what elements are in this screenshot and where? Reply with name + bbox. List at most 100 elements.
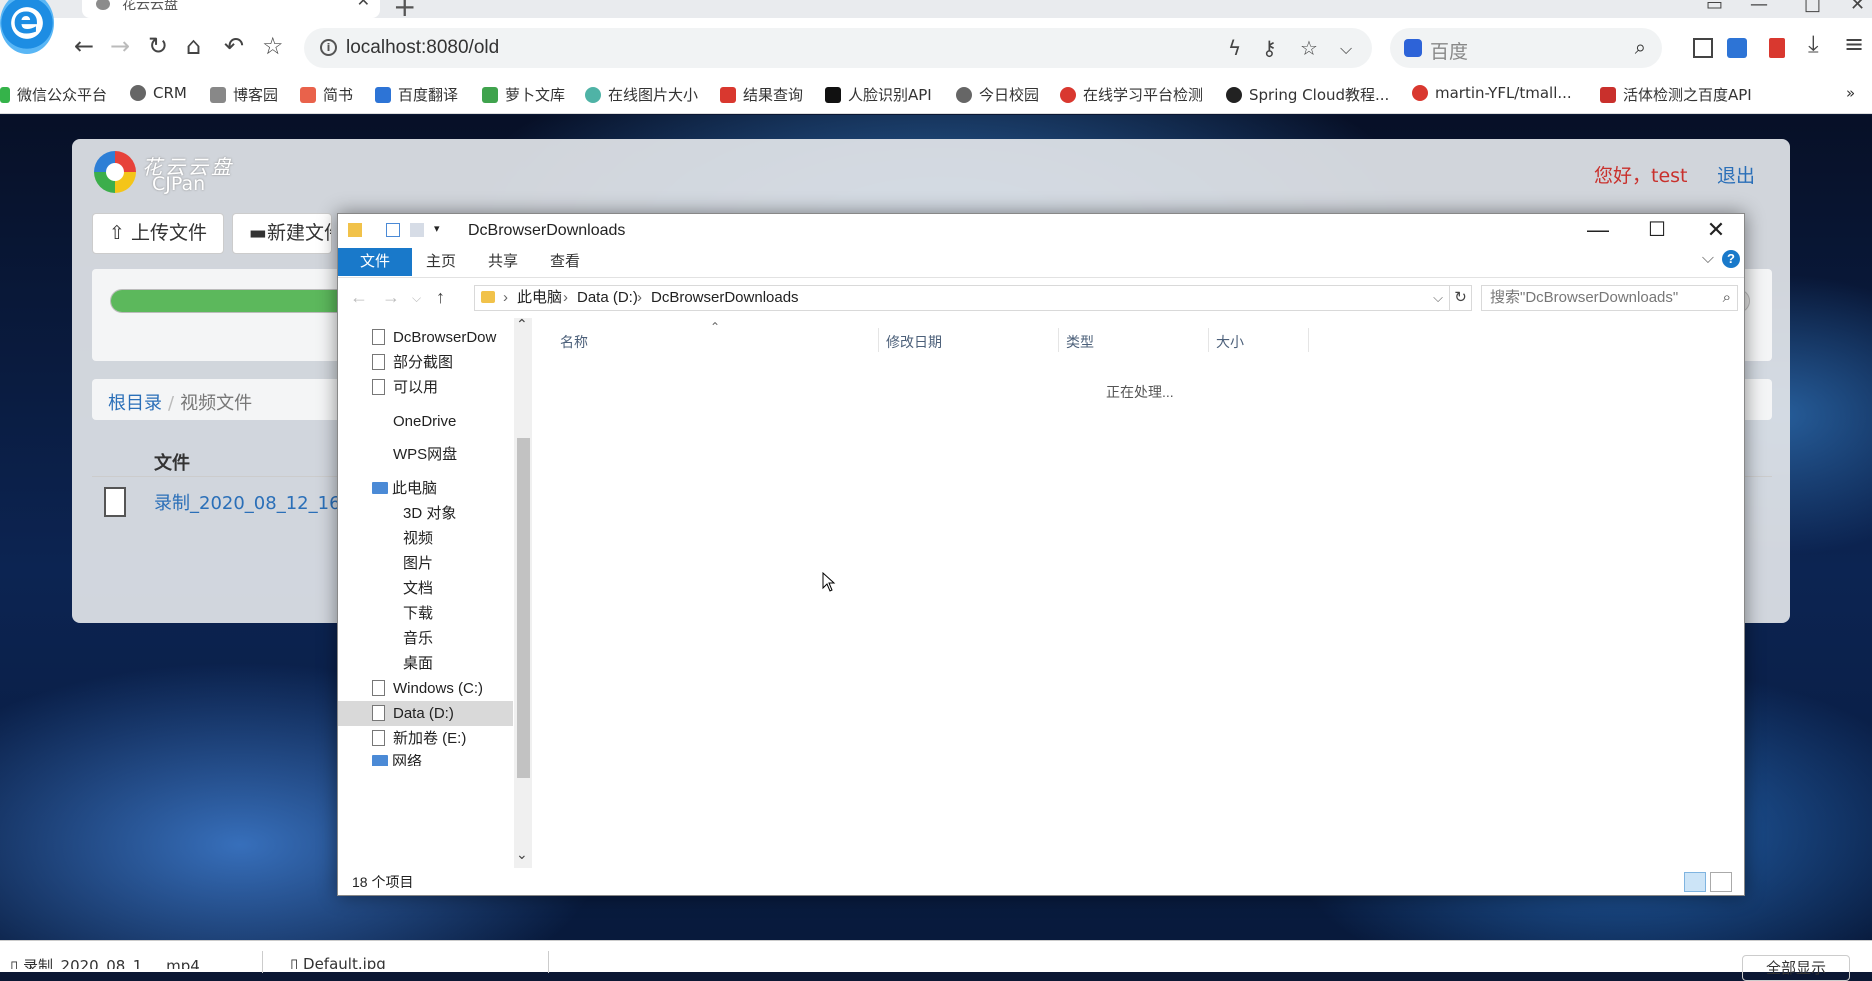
bookmark-item[interactable]: Spring Cloud教程... — [1226, 84, 1389, 105]
chevron-down-icon[interactable]: ⌄ — [516, 846, 528, 863]
nav-scrollbar[interactable]: ⌃ ⌄ — [514, 318, 532, 868]
path-segment[interactable]: DcBrowserDownloads — [651, 286, 799, 310]
nav-item-quick[interactable]: 部分截图 — [372, 350, 533, 375]
search-icon[interactable]: ⌕ — [1635, 35, 1646, 59]
nav-item-network[interactable]: 网络 — [372, 754, 533, 766]
nav-item-wps[interactable]: WPS网盘 — [393, 442, 533, 467]
nav-item-this-pc[interactable]: 此电脑 — [372, 476, 533, 501]
forward-icon[interactable]: → — [110, 34, 130, 58]
upload-button[interactable]: ⇧ 上传文件 — [92, 213, 224, 254]
bookmarks-more[interactable]: » — [1846, 84, 1855, 102]
chevron-up-icon[interactable]: ⌃ — [516, 318, 528, 333]
bookmark-item[interactable]: martin-YFL/tmall... — [1412, 84, 1572, 102]
pdf-icon[interactable] — [1769, 38, 1785, 58]
logout-link[interactable]: 退出 — [1717, 161, 1755, 188]
qr-icon[interactable] — [1693, 38, 1713, 58]
search-engine-box[interactable]: 百度 ⌕ — [1390, 28, 1662, 68]
lightning-icon[interactable]: ϟ — [1228, 36, 1241, 60]
bookmark-item[interactable]: 结果查询 — [720, 84, 803, 105]
up-icon[interactable]: ↑ — [436, 287, 445, 308]
download-item[interactable]: ▯ Default.jpg — [290, 955, 386, 969]
bookmark-item[interactable]: 萝卜文库 — [482, 84, 565, 105]
new-folder-button[interactable]: ▬新建文件 — [232, 213, 332, 254]
column-size[interactable]: 大小 — [1216, 332, 1244, 352]
browser-tab[interactable]: 花云云盘 ✕ — [82, 0, 380, 18]
explorer-path-bar[interactable]: › 此电脑 › Data (D:) › DcBrowserDownloads ⌵ — [474, 285, 1450, 311]
reload-icon[interactable]: ↻ — [148, 34, 168, 58]
address-bar[interactable]: i localhost:8080/old ϟ ⚷ ☆ ⌵ — [304, 28, 1372, 68]
folder-icon — [372, 329, 385, 345]
translate-icon[interactable] — [1727, 38, 1747, 58]
site-info-icon[interactable]: i — [320, 39, 337, 56]
column-date[interactable]: 修改日期 — [886, 332, 942, 352]
browser-minimize-icon[interactable]: — — [1750, 0, 1768, 15]
minimize-icon[interactable]: — — [1583, 217, 1613, 243]
back-icon[interactable]: ← — [74, 34, 94, 58]
breadcrumb-root[interactable]: 根目录 — [108, 393, 162, 414]
large-icons-view-icon[interactable] — [1710, 872, 1732, 892]
column-name[interactable]: 名称 — [560, 332, 588, 352]
nav-item-quick[interactable]: DcBrowserDow — [372, 325, 533, 350]
tab-view[interactable]: 查看 — [528, 248, 602, 276]
browser-maximize-icon[interactable]: □ — [1804, 0, 1821, 15]
bookmark-item[interactable]: 在线图片大小 — [585, 84, 698, 105]
back-icon[interactable]: ← — [350, 287, 368, 308]
tab-file[interactable]: 文件 — [338, 248, 413, 276]
folder-icon — [348, 223, 362, 237]
favorite-star-icon[interactable]: ☆ — [262, 34, 284, 58]
nav-item-drive[interactable]: 新加卷 (E:) — [372, 726, 533, 751]
address-url[interactable]: localhost:8080/old — [346, 37, 499, 59]
bookmark-item[interactable]: 在线学习平台检测 — [1060, 84, 1203, 105]
bookmark-item[interactable]: CRM — [130, 84, 187, 102]
key-icon[interactable]: ⚷ — [1262, 36, 1277, 60]
bookmark-item[interactable]: 人脸识别API — [825, 84, 932, 105]
help-icon[interactable]: ? — [1722, 250, 1740, 268]
new-folder-icon[interactable] — [410, 223, 424, 237]
search-icon[interactable]: ⌕ — [1723, 286, 1731, 310]
show-all-downloads-button[interactable]: 全部显示 — [1742, 955, 1850, 981]
refresh-icon[interactable]: ↻ — [1450, 285, 1472, 311]
column-type[interactable]: 类型 — [1066, 332, 1094, 352]
path-segment[interactable]: 此电脑 — [517, 286, 562, 310]
bookmark-item[interactable]: 微信公众平台 — [0, 84, 107, 105]
file-link[interactable]: 录制_2020_08_12_16_0 — [154, 489, 361, 515]
file-column-header: 文件 — [154, 453, 190, 474]
browser-close-icon[interactable]: ✕ — [1850, 0, 1865, 15]
bookmark-item[interactable]: 百度翻译 — [375, 84, 458, 105]
quick-access-dropdown-icon[interactable]: ▾ — [434, 222, 448, 236]
browser-menu-icon[interactable]: ▭ — [1706, 0, 1723, 15]
bookmark-item[interactable]: 今日校园 — [956, 84, 1039, 105]
bookmark-item[interactable]: 博客园 — [210, 84, 278, 105]
path-segment[interactable]: Data (D:) — [577, 286, 638, 310]
undo-close-icon[interactable]: ↶ — [224, 34, 244, 58]
explorer-search-input[interactable]: 搜索"DcBrowserDownloads" ⌕ — [1481, 285, 1738, 311]
expand-ribbon-icon[interactable]: ⌵ — [1702, 250, 1714, 268]
maximize-icon[interactable]: ☐ — [1642, 217, 1672, 242]
forward-icon[interactable]: → — [382, 287, 400, 308]
properties-icon[interactable] — [386, 223, 400, 237]
search-placeholder[interactable]: 百度 — [1430, 37, 1468, 64]
nav-item-onedrive[interactable]: OneDrive — [393, 409, 533, 434]
column-separator[interactable] — [1208, 328, 1209, 352]
nav-item-quick[interactable]: 可以用 — [372, 375, 533, 400]
nav-item-drive-selected[interactable]: Data (D:) — [338, 701, 513, 726]
nav-item-drive[interactable]: Windows (C:) — [372, 676, 533, 701]
column-separator[interactable] — [878, 328, 879, 352]
path-dropdown-icon[interactable]: ⌵ — [1433, 286, 1443, 310]
column-separator[interactable] — [1308, 328, 1309, 352]
menu-icon[interactable]: ≡ — [1844, 32, 1864, 56]
bookmark-item[interactable]: 活体检测之百度API — [1600, 84, 1752, 105]
details-view-icon[interactable] — [1684, 872, 1706, 892]
address-dropdown-icon[interactable]: ⌵ — [1340, 39, 1352, 59]
tab-close-icon[interactable]: ✕ — [357, 0, 370, 9]
scrollbar-thumb[interactable] — [517, 438, 530, 778]
bookmark-star-icon[interactable]: ☆ — [1300, 36, 1318, 60]
home-icon[interactable]: ⌂ — [186, 34, 201, 58]
download-item[interactable]: ▯ 录制_2020_08_1.....mp4 — [10, 955, 200, 969]
close-icon[interactable]: ✕ — [1701, 217, 1731, 243]
download-icon[interactable]: ⤓ — [1808, 32, 1819, 56]
column-separator[interactable] — [1058, 328, 1059, 352]
recent-dropdown-icon[interactable]: ⌵ — [412, 291, 421, 306]
bookmark-item[interactable]: 简书 — [300, 84, 353, 105]
learning-icon — [1060, 87, 1076, 103]
